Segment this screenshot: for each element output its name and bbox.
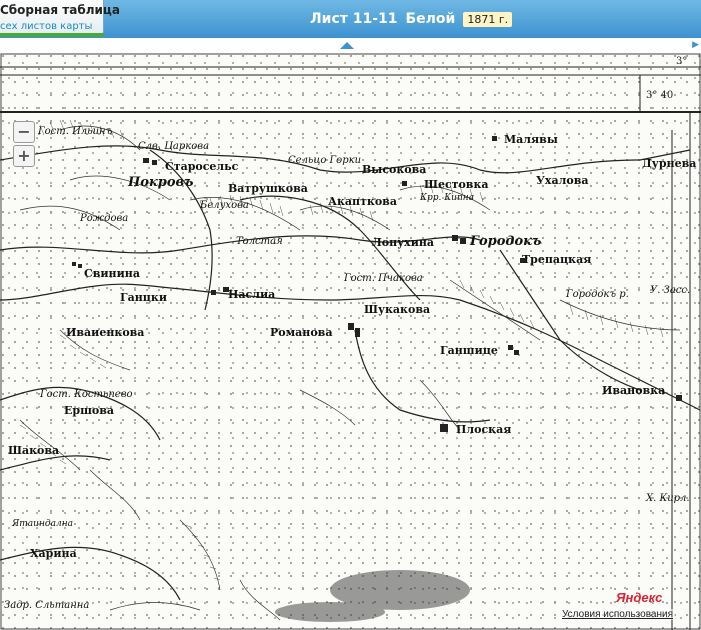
sheet-number: Лист 11-11 — [310, 11, 398, 27]
map-label: Ганшице — [440, 344, 498, 357]
map-linework — [0, 53, 701, 630]
map-label: Плоская — [456, 423, 512, 436]
terms-of-use-link[interactable]: Условия использования — [560, 609, 675, 620]
map-label: Шестовка — [424, 178, 489, 191]
map-label: Ивановка — [602, 384, 666, 397]
map-label: Толстая — [236, 236, 283, 247]
yandex-logo[interactable]: Яндекс — [616, 590, 662, 605]
map-label: Городокъ — [470, 234, 542, 249]
map-label: Трепацкая — [522, 253, 592, 266]
year-badge: 1871 г. — [463, 11, 513, 27]
map-label: Иваиенкова — [66, 326, 145, 339]
map-label: Свинина — [84, 267, 140, 280]
map-label: Х. Кирл. — [646, 493, 690, 504]
map-label: Шукакова — [364, 303, 431, 316]
map-label: Акапткова — [328, 195, 397, 208]
map-label: Рождова — [80, 213, 129, 224]
map-label: Старосельс — [165, 160, 239, 173]
map-label: Покровъ — [128, 175, 194, 190]
map-label: Наслиа — [228, 288, 276, 301]
map-label: У. Засс. — [650, 285, 691, 296]
map-label: Романова — [270, 326, 333, 339]
caret-up-icon[interactable] — [340, 42, 354, 49]
map-label: Шакова — [8, 444, 60, 457]
frame-degree-label: 3° 40 — [646, 90, 674, 101]
sheet-place: Белой — [405, 11, 456, 27]
map-label: Ершова — [64, 404, 115, 417]
map-label: Крр. Кипна — [420, 193, 475, 203]
map-label: Сельцо Горки — [288, 155, 362, 166]
frame-degree-top: 3° — [676, 56, 688, 67]
index-table-subtitle[interactable]: сех листов карты — [0, 21, 92, 32]
index-table-title[interactable]: Сборная таблица — [0, 3, 120, 17]
sheet-title-group: Лист 11-11 Белой 1871 г. — [310, 8, 513, 30]
map-label: Ухалова — [536, 174, 589, 187]
map-label: Слв. Царкова — [138, 141, 210, 152]
map-label: Ватрушкова — [228, 182, 308, 195]
map-label: Ганцки — [120, 291, 168, 304]
map-label: Ятаиндална — [12, 519, 73, 529]
map-label: Дурнева — [642, 157, 697, 170]
map-label: Гост. Пчакова — [344, 273, 423, 284]
map-label: Гост. Костьпево — [40, 389, 133, 400]
arrow-right-icon[interactable]: ▶ — [692, 40, 699, 50]
map-label: Харина — [30, 547, 77, 560]
map-viewport[interactable]: − + 3° 3° 40 Гост. Ильинъ Слв. Царкова С… — [0, 53, 701, 630]
zoom-out-button[interactable]: − — [13, 121, 35, 143]
map-label: Гост. Ильинъ — [38, 126, 113, 137]
zoom-in-button[interactable]: + — [13, 145, 35, 167]
map-label: Высокова — [362, 163, 427, 176]
map-label: Задр. Сльтанна — [4, 600, 90, 611]
map-label: Малявы — [504, 133, 558, 146]
map-label: Белухова — [200, 200, 249, 211]
tab-accent — [0, 33, 104, 37]
index-table-tab[interactable]: Сборная таблица сех листов карты — [0, 0, 120, 37]
map-label: Городокъ р. — [566, 289, 629, 300]
map-label: Лопухина — [372, 236, 435, 249]
